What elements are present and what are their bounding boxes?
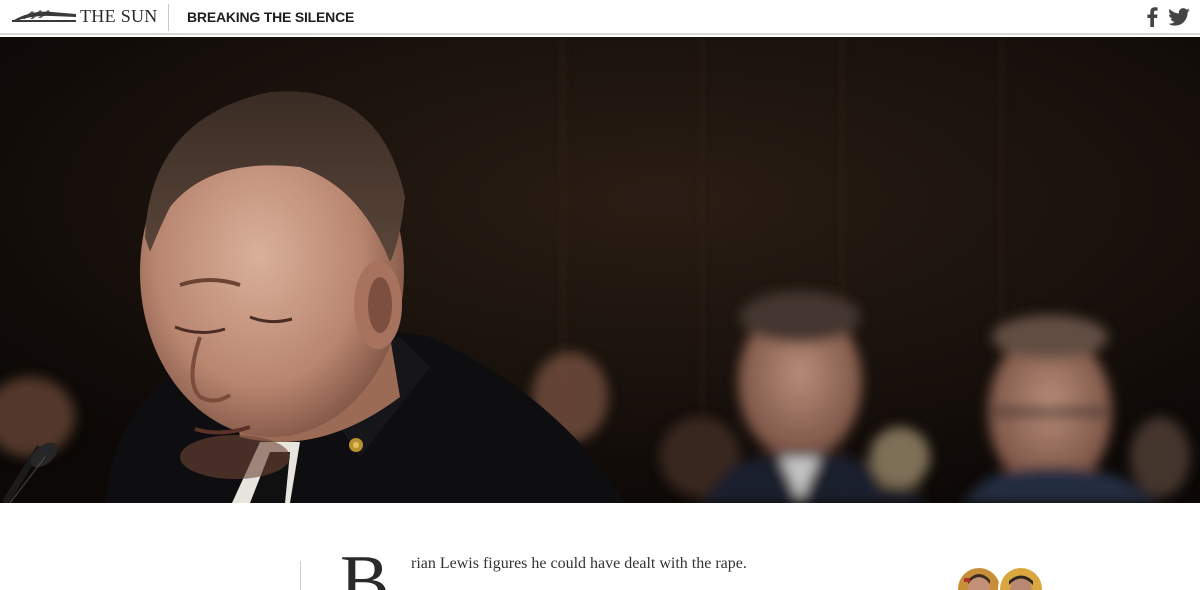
article-lede: rian Lewis figures he could have dealt w… [411,555,747,572]
social-share [1147,7,1190,27]
header-divider [168,4,169,31]
avatar[interactable] [998,566,1044,590]
article-body: B rian Lewis figures he could have dealt… [0,503,1200,590]
twitter-icon[interactable] [1168,8,1190,26]
avatar-portrait-icon [1000,568,1042,590]
site-logo[interactable]: THE SUN [12,5,158,27]
hero-illustration [0,37,1200,503]
article-rule [300,561,301,590]
hero-photo [0,37,1200,503]
site-header: THE SUN BREAKING THE SILENCE [0,0,1200,35]
logo-text: THE SUN [80,6,158,26]
avatar-portrait-icon [958,568,1000,590]
sun-masthead-icon [12,10,76,22]
facebook-icon[interactable] [1147,7,1158,27]
section-title[interactable]: BREAKING THE SILENCE [187,7,354,27]
avatar[interactable] [956,566,1002,590]
related-avatars [956,566,1044,590]
drop-cap: B [340,541,390,590]
